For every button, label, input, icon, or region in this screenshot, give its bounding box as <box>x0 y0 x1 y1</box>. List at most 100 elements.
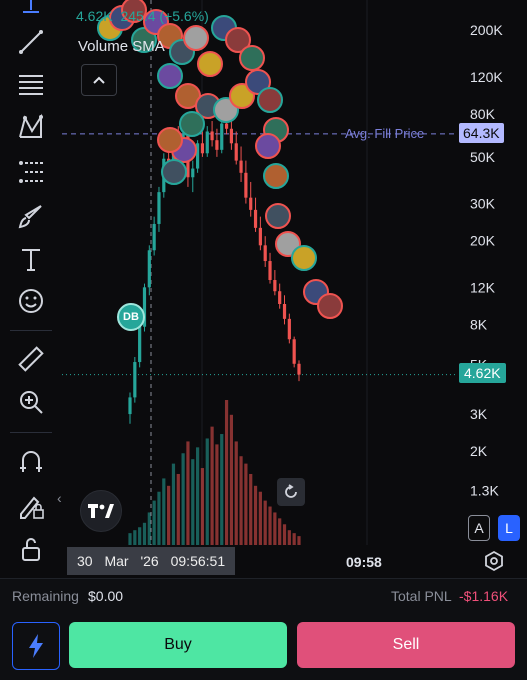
volume-bar <box>171 463 176 545</box>
reset-icon <box>285 484 297 498</box>
volume-bar <box>234 441 238 545</box>
horizontal-lines-icon[interactable] <box>12 68 50 100</box>
lightning-icon <box>29 634 43 658</box>
volume-bar <box>268 506 272 545</box>
trade-actions: Buy Sell <box>0 612 527 680</box>
unlock-icon[interactable] <box>12 533 50 565</box>
candle-body <box>147 250 151 288</box>
candle-body <box>157 192 161 224</box>
magnet-icon[interactable] <box>12 446 50 478</box>
trader-avatar-marker <box>291 245 317 271</box>
toolbar-divider <box>10 330 52 331</box>
volume-bar <box>181 453 185 545</box>
cursor-tool-icon[interactable] <box>12 0 50 14</box>
legend-change: (+5.6%) <box>159 8 209 24</box>
candle-body <box>273 280 277 292</box>
candle-body <box>191 168 195 178</box>
text-tool-icon[interactable] <box>12 243 50 275</box>
volume-bar <box>258 491 262 545</box>
price-tick-label: 1.3K <box>470 483 499 499</box>
lock-drawing-icon[interactable] <box>12 490 50 522</box>
crosshair-time-label: 30 Mar '26 09:56:51 <box>67 547 236 575</box>
crosshair-time-text: 09:56:51 <box>170 553 226 569</box>
avg-fill-price-label: Avg. Fill Price <box>345 126 425 141</box>
volume-bar <box>157 491 161 545</box>
total-pnl-label: Total PNL <box>391 588 452 604</box>
tradingview-logo-icon[interactable] <box>80 490 122 532</box>
current-price-tag: 4.62K <box>459 363 506 383</box>
trader-avatar-marker <box>317 293 343 319</box>
trader-avatar-marker <box>197 51 223 77</box>
log-scale-toggle[interactable]: L <box>498 515 520 541</box>
candle-body <box>297 363 301 375</box>
volume-bar <box>200 468 205 545</box>
price-tick-label: 20K <box>470 233 496 249</box>
volume-bar <box>224 400 229 545</box>
volume-bar <box>196 447 200 545</box>
volume-bar <box>152 500 156 545</box>
trader-avatar-marker <box>265 203 291 229</box>
volume-bar <box>142 522 147 545</box>
volume-bar <box>215 444 219 545</box>
candle-body <box>215 140 219 150</box>
quick-trade-button[interactable] <box>12 622 60 670</box>
volume-bar <box>205 438 209 545</box>
candle-body <box>220 123 224 150</box>
time-axis[interactable]: 30 Mar '26 09:56:51 09:58 <box>62 545 527 578</box>
pattern-tool-icon[interactable] <box>12 111 50 143</box>
candle-body <box>258 227 262 246</box>
chart-settings-gear-icon[interactable] <box>482 549 506 573</box>
candle-body <box>133 362 137 398</box>
trader-badge-db[interactable]: DB <box>117 303 145 331</box>
volume-bar <box>186 441 190 545</box>
reset-chart-button[interactable] <box>277 478 305 506</box>
auto-scale-toggle[interactable]: A <box>468 515 490 541</box>
trader-avatar-marker <box>239 45 265 71</box>
remaining-value: $0.00 <box>88 588 124 604</box>
price-chart[interactable]: 200K120K80K50K30K20K12K8K3K2K1.3K5K <box>62 0 527 545</box>
volume-bar <box>220 434 224 545</box>
candle-body <box>210 131 214 141</box>
price-tick-label: 200K <box>470 22 503 38</box>
crosshair-date-text: 30 Mar '26 <box>77 553 159 569</box>
chart-area[interactable]: 200K120K80K50K30K20K12K8K3K2K1.3K5K 4.62… <box>62 0 527 578</box>
emoji-icon[interactable] <box>12 285 50 317</box>
candle-body <box>234 143 238 161</box>
candle-body <box>239 160 243 173</box>
candle-body <box>229 128 233 144</box>
zoom-in-icon[interactable] <box>12 386 50 418</box>
collapse-legend-button[interactable] <box>81 64 117 96</box>
volume-bar <box>253 485 258 545</box>
candle-body <box>244 172 248 198</box>
volume-bar <box>210 426 214 545</box>
fib-retracement-icon[interactable] <box>12 156 50 188</box>
volume-bar <box>278 518 282 545</box>
candle-body <box>205 131 209 154</box>
volume-bar <box>162 478 166 545</box>
volume-bar <box>133 530 137 545</box>
price-tick-label: 50K <box>470 149 496 165</box>
trader-avatar-marker <box>255 133 281 159</box>
buy-button[interactable]: Buy <box>69 622 287 668</box>
brush-icon[interactable] <box>12 200 50 232</box>
candle-body <box>282 304 287 319</box>
volume-bar <box>297 536 301 545</box>
price-tick-label: 12K <box>470 279 496 295</box>
total-pnl-value: -$1.16K <box>459 588 509 604</box>
volume-sma-label[interactable]: Volume SMA <box>78 38 165 55</box>
volume-bar <box>292 533 296 545</box>
avg-fill-price-tag: 64.3K <box>459 123 504 143</box>
volume-bar <box>191 459 195 545</box>
chevron-up-icon <box>93 76 105 84</box>
ruler-icon[interactable] <box>12 343 50 375</box>
sell-button[interactable]: Sell <box>297 622 515 668</box>
trend-line-icon[interactable] <box>12 26 50 58</box>
volume-bar <box>244 463 248 545</box>
candle-body <box>287 318 291 340</box>
price-tick-label: 3K <box>470 406 488 422</box>
toolbar-collapse-chevron-icon[interactable]: ‹ <box>57 490 62 506</box>
volume-bar <box>282 524 287 545</box>
volume-bar <box>287 530 291 545</box>
price-tick-label: 2K <box>470 443 488 459</box>
volume-bar <box>249 473 253 545</box>
